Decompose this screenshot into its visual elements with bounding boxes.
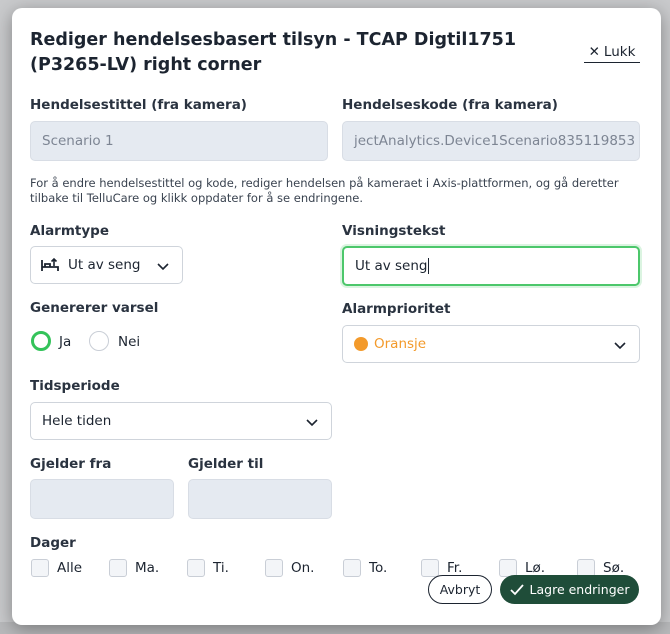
save-label: Lagre endringer [529,582,630,597]
close-icon: ✕ [588,43,600,60]
valid-to-label: Gjelder til [188,456,264,472]
display-text-value: Ut av seng [355,258,428,274]
day-label-so: Sø. [603,560,625,576]
day-label-to: To. [369,560,388,576]
day-checkbox-alle[interactable] [31,559,49,577]
event-title-label: Hendelsestittel (fra kamera) [30,97,247,113]
valid-from-label: Gjelder fra [30,456,112,472]
day-checkbox-ma[interactable] [109,559,127,577]
day-checkbox-ti[interactable] [187,559,205,577]
event-title-field: Scenario 1 [30,121,328,161]
close-label: Lukk [603,43,636,60]
generates-alert-label: Genererer varsel [30,300,159,316]
chevron-down-icon [614,342,626,350]
day-label-lo: Lø. [525,560,546,576]
radio-nei[interactable] [89,331,109,351]
checkmark-icon [509,583,524,595]
day-checkbox-on[interactable] [265,559,283,577]
day-label-ma: Ma. [135,560,160,576]
bed-exit-icon [41,257,59,271]
radio-nei-label: Nei [118,334,141,350]
alarm-priority-label: Alarmprioritet [342,301,451,317]
alarm-type-select[interactable]: Ut av seng [30,246,183,284]
alarm-priority-value: Oransje [374,336,427,352]
modal-title: Rediger hendelsesbasert tilsyn - TCAP Di… [30,30,517,75]
display-text-input[interactable]: Ut av seng [342,246,640,286]
day-label-fr: Fr. [447,560,463,576]
priority-color-dot [354,337,368,351]
alarm-priority-select[interactable]: Oransje [342,325,640,363]
cancel-button[interactable]: Avbryt [428,575,492,604]
day-label-ti: Ti. [213,560,229,576]
event-code-field: jectAnalytics.Device1Scenario835119853 [342,121,640,161]
save-button[interactable]: Lagre endringer [500,575,639,604]
time-period-value: Hele tiden [42,413,112,429]
chevron-down-icon [306,419,318,427]
valid-to-input[interactable] [188,479,332,519]
alarm-type-label: Alarmtype [30,223,109,239]
event-title-value: Scenario 1 [42,133,114,149]
chevron-down-icon [157,263,169,271]
time-period-select[interactable]: Hele tiden [30,402,332,440]
display-text-label: Visningstekst [342,223,446,239]
help-text: For å endre hendelsestittel og kode, red… [30,176,619,205]
day-checkbox-to[interactable] [343,559,361,577]
event-code-label: Hendelseskode (fra kamera) [342,97,558,113]
day-label-alle: Alle [57,560,83,576]
days-label: Dager [30,535,76,551]
day-label-on: On. [291,560,315,576]
close-button[interactable]: ✕ Lukk [584,41,640,63]
radio-ja-label: Ja [59,334,72,350]
event-code-value: jectAnalytics.Device1Scenario835119853 [354,133,636,149]
alarm-type-value: Ut av seng [68,257,141,273]
edit-event-modal: Rediger hendelsesbasert tilsyn - TCAP Di… [12,8,661,625]
text-caret [428,258,430,274]
valid-from-input[interactable] [30,479,174,519]
day-checkbox-fr[interactable] [421,559,439,577]
time-period-label: Tidsperiode [30,378,120,394]
radio-ja[interactable] [31,331,51,351]
